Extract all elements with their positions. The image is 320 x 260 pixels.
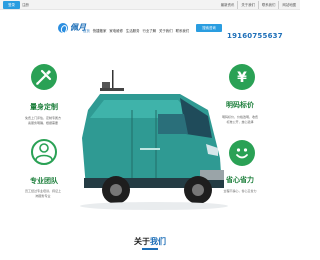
- top-bar: 登录 注册 最新资讯 关于我们 联系我们 网站地图: [0, 0, 300, 10]
- login-button[interactable]: 登录: [3, 1, 20, 9]
- team-icon: [31, 139, 57, 165]
- svg-text:¥: ¥: [237, 70, 247, 86]
- nav-item-contact[interactable]: 联系我们: [176, 28, 190, 33]
- smile-icon: [229, 140, 255, 166]
- feature-desc-custom: 免费上门评估，定制专属方案服务明确，根据需要: [25, 116, 62, 125]
- nav-item-about[interactable]: 关于我们: [159, 28, 173, 33]
- nav-item-industry[interactable]: 行业了解: [142, 28, 156, 33]
- nav-item-repair[interactable]: 家电维修: [109, 28, 123, 33]
- register-link[interactable]: 注册: [22, 1, 29, 9]
- logo[interactable]: 佩月: [58, 22, 86, 33]
- tools-icon: [31, 64, 57, 90]
- feature-title-custom: 量身定制: [30, 103, 58, 111]
- main-nav: 首页 快捷搬家 家电维修 生活服务 行业了解 关于我们 联系我们: [83, 28, 189, 33]
- top-link-about[interactable]: 关于我们: [237, 1, 255, 9]
- feature-title-save: 省心省力: [226, 176, 254, 184]
- section-title-prefix: 关于: [134, 237, 150, 246]
- feature-title-team: 专业团队: [30, 177, 58, 185]
- nav-item-services[interactable]: 生活服务: [126, 28, 140, 33]
- top-link-contact[interactable]: 联系我们: [257, 1, 275, 9]
- feature-desc-save: 全程不操心，省心又省力: [223, 189, 257, 193]
- feature-desc-team: 员工经过专业培训，持证上岗服务专业: [25, 189, 62, 198]
- header: 佩月 首页 快捷搬家 家电维修 生活服务 行业了解 关于我们 联系我们 搜索咨询…: [0, 10, 300, 40]
- price-icon: ¥: [229, 64, 255, 90]
- nav-item-moving[interactable]: 快捷搬家: [93, 28, 107, 33]
- logo-icon: [58, 22, 68, 33]
- section-title-accent: 我们: [150, 237, 166, 246]
- feature-title-price: 明码标价: [226, 101, 254, 109]
- section-title-about: 关于我们: [0, 236, 300, 247]
- search-button[interactable]: 搜索咨询: [196, 24, 222, 32]
- hero-banner: 量身定制 免费上门评估，定制专属方案服务明确，根据需要 ¥ 明码标价 明码标价，…: [0, 38, 300, 228]
- nav-item-home[interactable]: 首页: [83, 28, 90, 33]
- section-underline: [142, 248, 158, 250]
- top-links: 最新资讯 关于我们 联系我们 网站地图: [221, 1, 296, 9]
- top-link-news[interactable]: 最新资讯: [221, 1, 235, 9]
- top-link-sitemap[interactable]: 网站地图: [278, 1, 296, 9]
- feature-desc-price: 明码标价，价格透明，收费标准公开，放心选择: [222, 115, 259, 124]
- van-image: [80, 70, 228, 210]
